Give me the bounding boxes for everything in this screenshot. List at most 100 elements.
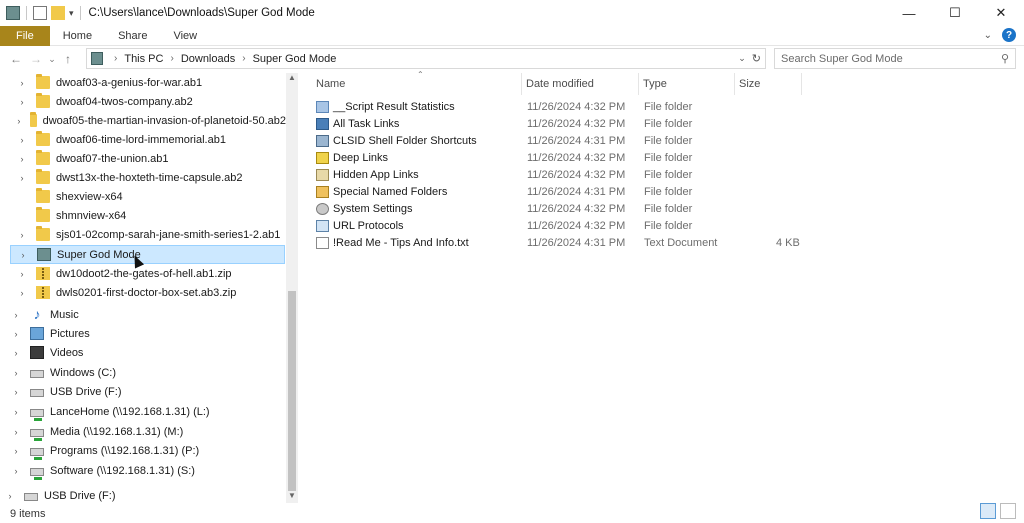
forward-button[interactable]: → xyxy=(26,48,46,70)
expand-chevron-icon[interactable]: › xyxy=(16,78,28,88)
window-controls: — ☐ ✕ xyxy=(886,0,1024,26)
column-type[interactable]: Type xyxy=(639,73,735,95)
expand-chevron-icon[interactable]: › xyxy=(10,329,22,339)
network-drive-icon xyxy=(30,409,44,421)
nav-tree-item[interactable]: › dwoaf04-twos-company.ab2 xyxy=(0,92,286,111)
breadcrumb-separator-icon[interactable]: › xyxy=(242,53,245,64)
folder-icon xyxy=(36,207,50,222)
nav-tree-item[interactable]: › dw10doot2-the-gates-of-hell.ab1.zip xyxy=(0,264,286,283)
item-count: 9 items xyxy=(10,508,46,520)
expand-chevron-icon[interactable]: › xyxy=(16,154,28,164)
address-bar[interactable]: › This PC › Downloads › Super God Mode ⌄… xyxy=(86,48,766,69)
file-row[interactable]: CLSID Shell Folder Shortcuts 11/26/2024 4… xyxy=(306,132,802,149)
new-folder-icon[interactable] xyxy=(51,6,65,20)
refresh-icon[interactable]: ↻ xyxy=(752,52,761,65)
nav-tree-item[interactable]: › LanceHome (\\192.168.1.31) (L:) xyxy=(0,402,286,421)
nav-tree-item[interactable]: › Programs (\\192.168.1.31) (P:) xyxy=(0,441,286,460)
minimize-button[interactable]: — xyxy=(886,0,932,26)
scrollbar-thumb[interactable] xyxy=(288,291,296,491)
nav-tree-item[interactable]: › Super God Mode xyxy=(10,245,285,264)
folder-icon xyxy=(36,150,50,165)
folder-icon xyxy=(36,131,50,146)
expand-chevron-icon[interactable]: › xyxy=(10,387,22,397)
file-row[interactable]: All Task Links 11/26/2024 4:32 PM File fol… xyxy=(306,115,802,132)
network-drive-icon xyxy=(30,448,44,460)
up-button[interactable]: ↑ xyxy=(58,48,78,70)
breadcrumb-downloads[interactable]: Downloads xyxy=(181,53,235,65)
expand-chevron-icon[interactable]: › xyxy=(10,348,22,358)
details-view-button[interactable] xyxy=(980,503,996,519)
nav-tree-item[interactable]: › USB Drive (F:) xyxy=(0,382,286,401)
column-date-modified[interactable]: Date modified xyxy=(522,73,639,95)
nav-tree-item[interactable]: › USB Drive (F:) xyxy=(0,486,286,505)
nav-tree-item[interactable]: › Videos xyxy=(0,343,286,362)
expand-chevron-icon[interactable]: › xyxy=(16,288,28,298)
file-row[interactable]: System Settings 11/26/2024 4:32 PM File fo… xyxy=(306,200,802,217)
nav-tree-item[interactable]: › Media (\\192.168.1.31) (M:) xyxy=(0,422,286,441)
breadcrumb-separator-icon[interactable]: › xyxy=(170,53,173,64)
back-button[interactable]: ← xyxy=(6,48,26,70)
nav-tree-item[interactable]: shmnview-x64 xyxy=(0,206,286,225)
expand-chevron-icon[interactable]: › xyxy=(16,269,28,279)
expand-chevron-icon[interactable]: › xyxy=(10,466,22,476)
file-list[interactable]: Name ⌃ Date modified Type Size __Script R… xyxy=(306,70,1024,503)
nav-tree-item[interactable]: › dwst13x-the-hoxteth-time-capsule.ab2 xyxy=(0,168,286,187)
expand-chevron-icon[interactable]: › xyxy=(10,368,22,378)
properties-icon[interactable] xyxy=(33,6,47,20)
expand-chevron-icon[interactable]: › xyxy=(17,250,29,260)
expand-chevron-icon[interactable]: › xyxy=(10,446,22,456)
help-icon[interactable]: ? xyxy=(1002,28,1016,42)
nav-tree-item[interactable]: shexview-x64 xyxy=(0,187,286,206)
navigation-pane[interactable]: › dwoaf03-a-genius-for-war.ab1 › dwoaf04-tw… xyxy=(0,73,298,505)
breadcrumb-this-pc[interactable]: This PC xyxy=(124,53,163,65)
nav-tree-item[interactable]: › dwoaf07-the-union.ab1 xyxy=(0,149,286,168)
window-title: C:\Users\lance\Downloads\Super God Mode xyxy=(88,7,315,19)
file-row[interactable]: Deep Links 11/26/2024 4:32 PM File folder xyxy=(306,149,802,166)
nav-tree-item[interactable]: › Windows (C:) xyxy=(0,363,286,382)
column-name[interactable]: Name ⌃ xyxy=(312,70,522,95)
explorer-app-icon[interactable] xyxy=(6,6,20,20)
recent-locations-chevron-icon[interactable]: ⌄ xyxy=(46,48,58,70)
tab-share[interactable]: Share xyxy=(105,26,160,46)
expand-chevron-icon[interactable]: › xyxy=(4,491,16,501)
file-row[interactable]: __Script Result Statistics 11/26/2024 4:3… xyxy=(306,98,802,115)
nav-tree-item[interactable]: › dwoaf03-a-genius-for-war.ab1 xyxy=(0,73,286,92)
file-row[interactable]: !Read Me - Tips And Info.txt 11/26/2024 4… xyxy=(306,234,802,251)
expand-chevron-icon[interactable]: › xyxy=(10,407,22,417)
nav-tree-item[interactable]: › dwoaf05-the-martian-invasion-of-planeto… xyxy=(0,111,286,130)
scroll-down-arrow-icon[interactable]: ▼ xyxy=(286,491,298,503)
expand-chevron-icon[interactable]: › xyxy=(16,230,28,240)
search-box[interactable]: Search Super God Mode ⚲ xyxy=(774,48,1016,69)
expand-chevron-icon[interactable]: › xyxy=(16,116,22,126)
expand-chevron-icon[interactable]: › xyxy=(16,135,28,145)
large-icons-view-button[interactable] xyxy=(1000,503,1016,519)
scroll-up-arrow-icon[interactable]: ▲ xyxy=(286,73,298,85)
file-row[interactable]: Special Named Folders 11/26/2024 4:31 PM F… xyxy=(306,183,802,200)
expand-ribbon-chevron-icon[interactable]: ⌄ xyxy=(984,30,992,41)
column-size[interactable]: Size xyxy=(735,73,802,95)
nav-pane-scrollbar[interactable]: ▲ ▼ xyxy=(286,73,298,503)
nav-tree-item[interactable]: › Pictures xyxy=(0,324,286,343)
file-row[interactable]: URL Protocols 11/26/2024 4:32 PM File fold… xyxy=(306,217,802,234)
tab-home[interactable]: Home xyxy=(50,26,105,46)
nav-tree-item[interactable]: › dwls0201-first-doctor-box-set.ab3.zip xyxy=(0,283,286,302)
address-history-chevron-icon[interactable]: ⌄ xyxy=(738,53,746,64)
nav-tree-item[interactable]: › sjs01-02comp-sarah-jane-smith-series1-2… xyxy=(0,225,286,244)
expand-chevron-icon[interactable]: › xyxy=(10,427,22,437)
close-button[interactable]: ✕ xyxy=(978,0,1024,26)
file-name: CLSID Shell Folder Shortcuts xyxy=(333,134,477,147)
tab-file[interactable]: File xyxy=(0,25,50,46)
nav-tree-item[interactable]: › Software (\\192.168.1.31) (S:) xyxy=(0,461,286,480)
maximize-button[interactable]: ☐ xyxy=(932,0,978,26)
file-row[interactable]: Hidden App Links 11/26/2024 4:32 PM File f… xyxy=(306,166,802,183)
file-type: File folder xyxy=(644,168,693,181)
nav-tree-item[interactable]: › ♪ Music xyxy=(0,305,286,324)
expand-chevron-icon[interactable]: › xyxy=(10,310,22,320)
customize-toolbar-chevron-icon[interactable]: ▾ xyxy=(69,8,74,19)
breadcrumb-super-god-mode[interactable]: Super God Mode xyxy=(253,53,337,65)
search-input[interactable]: Search Super God Mode xyxy=(781,53,903,65)
nav-tree-item[interactable]: › dwoaf06-time-lord-immemorial.ab1 xyxy=(0,130,286,149)
expand-chevron-icon[interactable]: › xyxy=(16,97,28,107)
expand-chevron-icon[interactable]: › xyxy=(16,173,28,183)
tab-view[interactable]: View xyxy=(160,26,210,46)
